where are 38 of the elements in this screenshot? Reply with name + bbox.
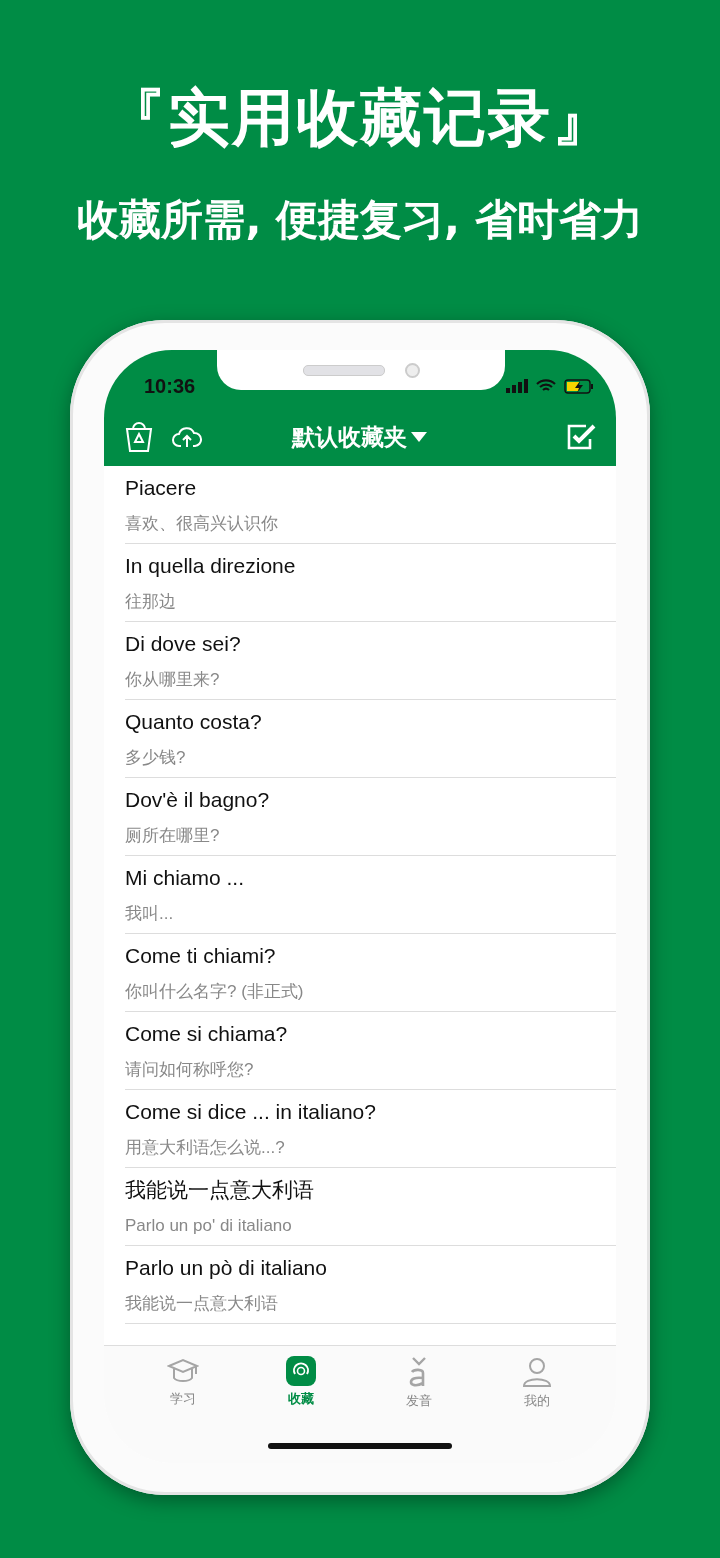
phrase-text: Mi chiamo ... — [125, 866, 245, 890]
review-icon — [286, 1356, 316, 1386]
phrase-text: Di dove sei? — [125, 632, 241, 656]
status-time: 10:36 — [144, 374, 196, 398]
checkbox-icon[interactable] — [566, 423, 596, 451]
tab[interactable]: 收藏 — [261, 1356, 341, 1410]
person-icon — [521, 1356, 553, 1388]
phrase-text: Dov'è il bagno? — [125, 788, 270, 812]
phrase-text: In quella direzione — [125, 554, 296, 578]
phrase-translation: 用意大利语怎么说...? — [125, 1138, 285, 1158]
phrase-translation: 多少钱? — [125, 748, 186, 768]
wifi-icon — [536, 379, 556, 393]
tab[interactable]: 学习 — [143, 1356, 223, 1410]
phrase-translation: 我能说一点意大利语 — [125, 1294, 278, 1314]
phrase-translation: 你叫什么名字? (非正式) — [125, 982, 304, 1002]
headline: 『实用收藏记录』 — [104, 80, 616, 156]
phrase-text: Come si chiama? — [125, 1022, 288, 1046]
battery-icon — [564, 378, 594, 394]
tab[interactable]: 发音 — [379, 1356, 459, 1410]
recycle-bin-icon[interactable] — [124, 421, 154, 453]
phrase-text: Quanto costa? — [125, 710, 262, 734]
tab[interactable]: 我的 — [497, 1356, 577, 1410]
signal-icon — [506, 379, 528, 393]
phrase-translation: 往那边 — [125, 592, 176, 612]
caret-icon — [410, 432, 427, 442]
phrase-translation: Parlo un po' di italiano — [125, 1216, 292, 1236]
phrase-translation: 你从哪里来? — [125, 670, 220, 690]
phrase-translation: 喜欢、很高兴认识你 — [125, 514, 278, 534]
phrase-translation: 厕所在哪里? — [125, 826, 220, 846]
phrase-text: Come si dice ... in italiano? — [125, 1100, 376, 1124]
tagline: 收藏所需, 便捷复习, 省时省力 — [77, 194, 643, 246]
phrase-translation: 我叫... — [125, 904, 174, 924]
phrase-text: Come ti chiami? — [125, 944, 276, 968]
phrase-text: Parlo un pò di italiano — [125, 1256, 327, 1280]
phrase-text: 我能说一点意大利语 — [125, 1178, 314, 1202]
phrase-translation: 请问如何称呼您? — [125, 1060, 254, 1080]
cloud-upload-icon[interactable] — [172, 425, 202, 449]
phrase-text: Piacere — [125, 476, 197, 500]
